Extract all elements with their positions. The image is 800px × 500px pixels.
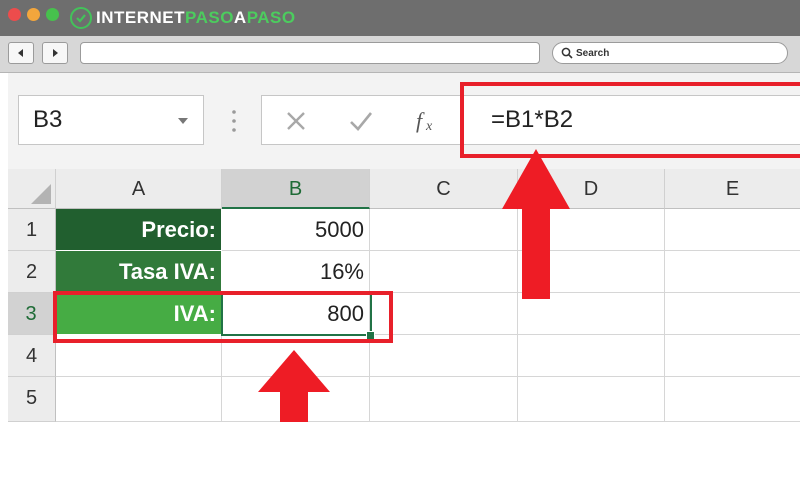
cell-e4[interactable] [665, 335, 800, 377]
cell-a5[interactable] [56, 377, 222, 422]
row-highlight-box [53, 291, 393, 343]
search-box[interactable]: Search [552, 42, 788, 64]
cell-e5[interactable] [665, 377, 800, 422]
column-header-a[interactable]: A [56, 169, 222, 209]
search-placeholder: Search [576, 47, 610, 59]
forward-arrow-icon [53, 49, 58, 57]
minimize-window-button[interactable] [27, 8, 40, 21]
name-box[interactable]: B3 [18, 95, 204, 145]
cell-e1[interactable] [665, 209, 800, 251]
logo-text: INTERNETPASOAPASO [96, 8, 296, 27]
cell-a2[interactable]: Tasa IVA: [56, 251, 222, 293]
vertical-dots-icon [232, 110, 236, 132]
cell-a1[interactable]: Precio: [56, 209, 222, 251]
cell-e2[interactable] [665, 251, 800, 293]
address-bar[interactable] [80, 42, 540, 64]
formula-controls: f x [261, 95, 461, 145]
column-header-b[interactable]: B [222, 169, 370, 209]
row-header-1[interactable]: 1 [8, 209, 56, 251]
up-arrow-icon [258, 350, 330, 422]
logo-emblem-icon [70, 7, 92, 29]
up-arrow-icon [502, 149, 570, 299]
select-all-corner[interactable] [8, 169, 56, 209]
cell-d4[interactable] [518, 335, 665, 377]
cell-d5[interactable] [518, 377, 665, 422]
name-box-value: B3 [33, 106, 63, 133]
cell-e3[interactable] [665, 293, 800, 335]
dropdown-arrow-icon[interactable] [177, 117, 189, 125]
title-bar: INTERNETPASOAPASO [0, 0, 800, 36]
insert-function-fx-icon[interactable]: f x [414, 106, 444, 136]
column-header-c[interactable]: C [370, 169, 518, 209]
cell-b1[interactable]: 5000 [222, 209, 370, 251]
back-arrow-icon [18, 49, 23, 57]
back-button[interactable] [8, 42, 34, 64]
row-header-5[interactable]: 5 [8, 377, 56, 422]
forward-button[interactable] [42, 42, 68, 64]
row-header-4[interactable]: 4 [8, 335, 56, 377]
confirm-check-icon[interactable] [348, 109, 374, 133]
browser-window: INTERNETPASOAPASO Search B3 f x =B1*B2 A… [0, 0, 800, 422]
svg-text:f: f [416, 108, 425, 133]
row-header-2[interactable]: 2 [8, 251, 56, 293]
cell-c2[interactable] [370, 251, 518, 293]
select-all-triangle-icon [31, 184, 51, 204]
svg-text:x: x [425, 119, 433, 134]
cell-b2[interactable]: 16% [222, 251, 370, 293]
column-header-e[interactable]: E [665, 169, 800, 209]
site-logo: INTERNETPASOAPASO [70, 5, 296, 31]
cancel-x-icon[interactable] [284, 109, 308, 133]
row-header-3[interactable]: 3 [8, 293, 56, 335]
zoom-window-button[interactable] [46, 8, 59, 21]
cell-c5[interactable] [370, 377, 518, 422]
magnifier-icon [561, 47, 573, 59]
cell-c1[interactable] [370, 209, 518, 251]
navigation-bar: Search [0, 36, 800, 73]
close-window-button[interactable] [8, 8, 21, 21]
